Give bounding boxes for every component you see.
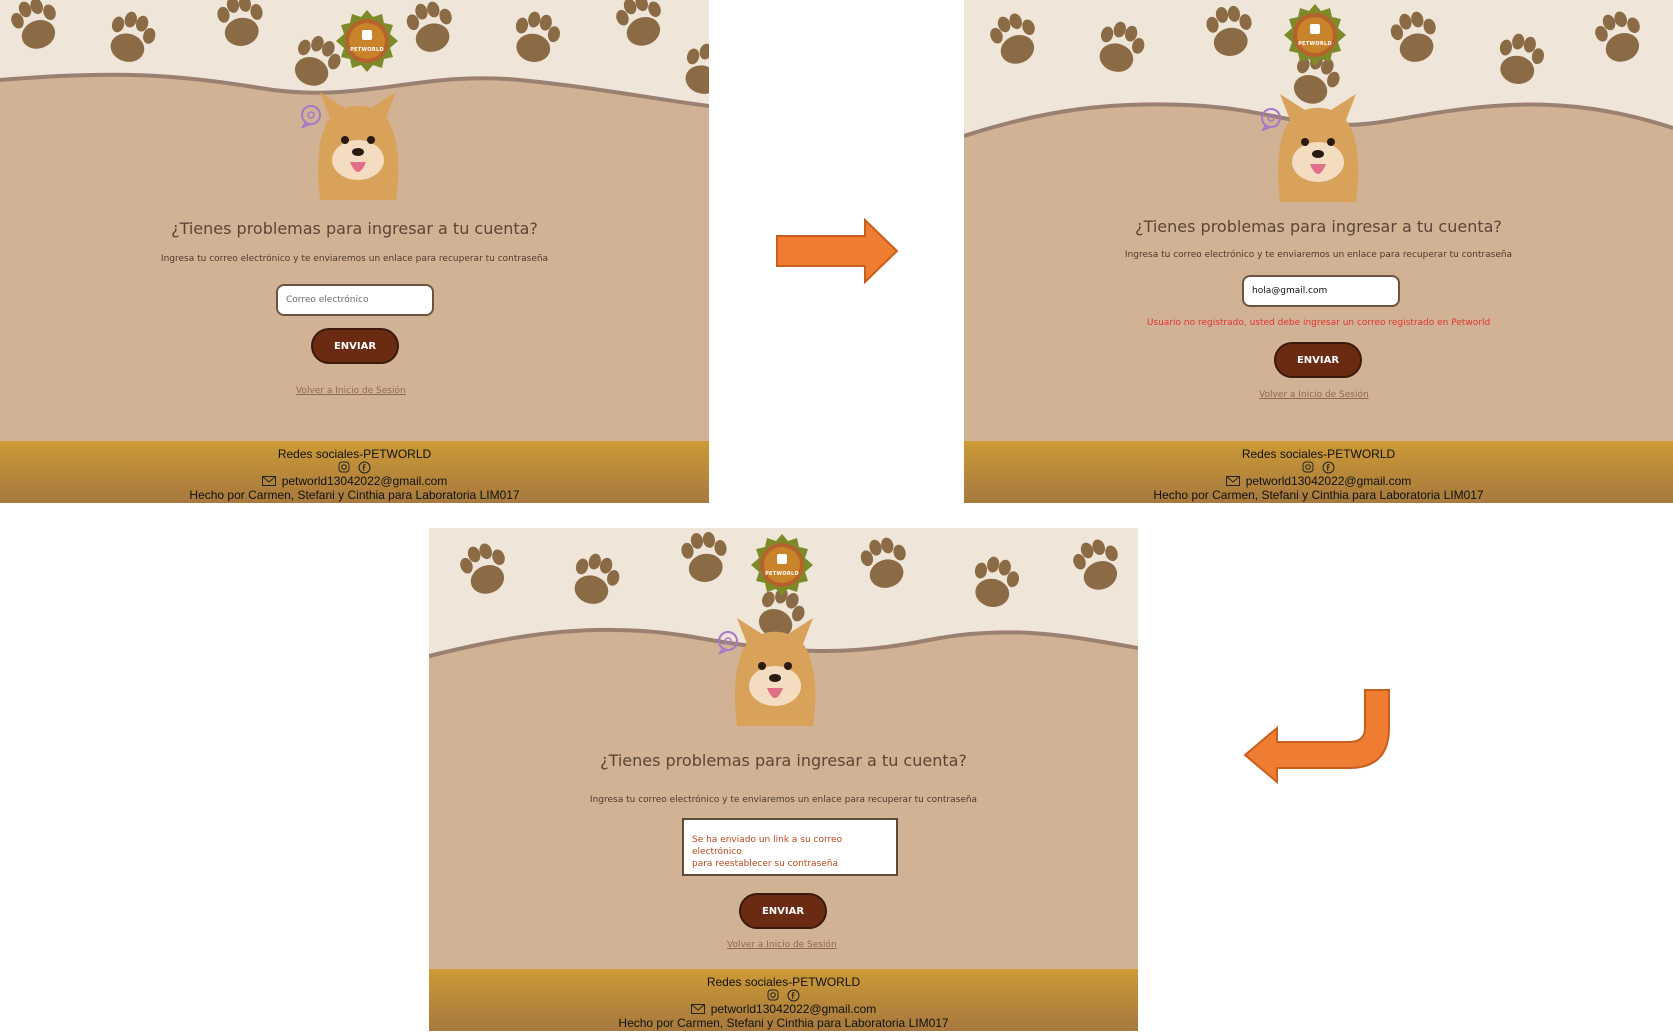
petworld-logo: PETWORLD (1284, 4, 1346, 66)
screen-error-state: PETWORLD ¿Tienes problemas para ingresar… (964, 0, 1673, 503)
instagram-icon[interactable] (338, 461, 350, 473)
email-input[interactable]: Correo electrónico (276, 284, 434, 316)
mail-icon (690, 1004, 705, 1014)
footer-email[interactable]: petworld13042022@gmail.com (711, 1002, 877, 1016)
footer-credits: Hecho por Carmen, Stefani y Cinthia para… (1153, 488, 1484, 502)
footer: Redes sociales-PETWORLD petworld13042022… (964, 441, 1673, 503)
back-to-login-link[interactable]: Volver a Inicio de Sesión (1259, 390, 1369, 400)
back-to-login-link[interactable]: Volver a Inicio de Sesión (727, 940, 837, 950)
footer-email[interactable]: petworld13042022@gmail.com (1246, 474, 1412, 488)
page-subtitle: Ingresa tu correo electrónico y te envia… (589, 795, 978, 805)
petworld-logo: PETWORLD (336, 10, 398, 72)
back-to-login-link[interactable]: Volver a Inicio de Sesión (296, 386, 406, 396)
footer: Redes sociales-PETWORLD petworld13042022… (0, 441, 709, 503)
page-subtitle: Ingresa tu correo electrónico y te envia… (160, 254, 549, 264)
footer-credits: Hecho por Carmen, Stefani y Cinthia para… (618, 1016, 949, 1030)
arrow-return-icon (1243, 688, 1393, 789)
success-message-line1: Se ha enviado un link a su correo electr… (692, 835, 843, 857)
instagram-icon[interactable] (1302, 461, 1314, 473)
success-message-line2: para reestablecer su contraseña (692, 859, 839, 869)
page-title: ¿Tienes problemas para ingresar a tu cue… (600, 751, 967, 770)
footer-email[interactable]: petworld13042022@gmail.com (282, 474, 448, 488)
instagram-icon[interactable] (767, 989, 779, 1001)
mail-icon (1225, 476, 1240, 486)
dog-image (1270, 92, 1366, 202)
facebook-icon[interactable] (787, 989, 800, 1002)
social-icons (0, 461, 709, 474)
social-icons (429, 989, 1138, 1002)
logo-text: PETWORLD (765, 571, 799, 577)
social-icons (964, 461, 1673, 474)
footer-email-row: petworld13042022@gmail.com (0, 474, 709, 488)
email-input[interactable]: hola@gmail.com (1242, 275, 1400, 307)
page-title: ¿Tienes problemas para ingresar a tu cue… (171, 219, 538, 238)
submit-button[interactable]: ENVIAR (739, 893, 827, 929)
submit-button[interactable]: ENVIAR (1274, 342, 1362, 378)
petworld-logo: PETWORLD (751, 534, 813, 596)
footer-credits: Hecho por Carmen, Stefani y Cinthia para… (189, 488, 520, 502)
footer-social-title: Redes sociales-PETWORLD (1241, 447, 1396, 461)
screen-success-state: PETWORLD ¿Tienes problemas para ingresar… (429, 528, 1138, 1031)
submit-button[interactable]: ENVIAR (311, 328, 399, 364)
mail-icon (261, 476, 276, 486)
logo-text: PETWORLD (350, 47, 384, 53)
success-message-box: Se ha enviado un link a su correo electr… (682, 818, 898, 876)
footer-email-row: petworld13042022@gmail.com (429, 1002, 1138, 1016)
page-subtitle: Ingresa tu correo electrónico y te envia… (1124, 250, 1513, 260)
footer-social-title: Redes sociales-PETWORLD (706, 975, 861, 989)
dog-image (727, 616, 823, 726)
footer-email-row: petworld13042022@gmail.com (964, 474, 1673, 488)
footer: Redes sociales-PETWORLD petworld13042022… (429, 969, 1138, 1031)
page-title: ¿Tienes problemas para ingresar a tu cue… (1135, 217, 1502, 236)
footer-social-title: Redes sociales-PETWORLD (277, 447, 432, 461)
arrow-right-icon (775, 217, 899, 289)
dog-image (310, 90, 406, 200)
logo-text: PETWORLD (1298, 41, 1332, 47)
facebook-icon[interactable] (358, 461, 371, 474)
screen-empty-form: PETWORLD ¿Tienes problemas para ingresar… (0, 0, 709, 503)
facebook-icon[interactable] (1322, 461, 1335, 474)
error-message: Usuario no registrado, usted debe ingres… (1146, 318, 1491, 328)
